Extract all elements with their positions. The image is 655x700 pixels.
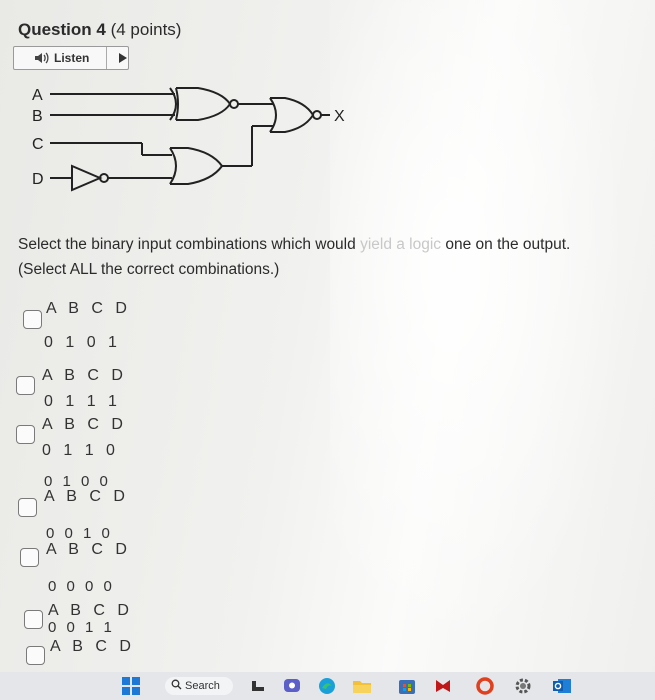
listen-label: Listen	[54, 51, 90, 65]
play-icon[interactable]	[118, 52, 128, 67]
office-icon[interactable]	[476, 677, 494, 700]
option-value: 0 0 1 1	[48, 619, 115, 636]
question-prompt: Select the binary input combinations whi…	[18, 232, 570, 282]
option-checkbox-0010[interactable]	[20, 548, 39, 567]
option-checkbox-0000[interactable]	[24, 610, 43, 629]
file-explorer-icon[interactable]	[352, 677, 372, 700]
input-a-label: A	[32, 87, 43, 104]
logic-circuit-diagram: A B C D X	[32, 87, 345, 192]
input-c-label: C	[32, 136, 44, 153]
option-value: 0 1 1 1	[44, 393, 121, 410]
windows-start-icon[interactable]	[122, 677, 140, 700]
option-header: A B C D	[48, 602, 133, 619]
task-view-icon[interactable]	[250, 677, 266, 700]
option-checkbox-0111[interactable]	[16, 376, 35, 395]
screen-glare	[330, 0, 630, 660]
option-header: A B C D	[50, 638, 135, 655]
option-value: 0 0 1 0	[46, 525, 113, 542]
listen-button[interactable]: Listen	[13, 46, 129, 70]
question-number: Question 4	[18, 20, 106, 39]
settings-gear-icon[interactable]	[514, 677, 532, 700]
option-checkbox-0011[interactable]	[26, 646, 45, 665]
option-value: 0 1 1 0	[42, 442, 119, 459]
store-icon[interactable]	[398, 677, 416, 700]
prompt-text-a: Select the binary input combinations whi…	[18, 236, 361, 253]
input-d-label: D	[32, 171, 44, 188]
output-x-label: X	[334, 108, 345, 125]
option-header: A B C D	[42, 416, 127, 433]
option-checkbox-0110[interactable]	[16, 425, 35, 444]
taskbar-search[interactable]: Search	[165, 677, 233, 695]
prompt-text-b: yield a logic	[360, 236, 442, 253]
option-header: A B C D	[46, 541, 131, 558]
option-checkbox-0100[interactable]	[18, 498, 37, 517]
search-label: Search	[185, 680, 220, 692]
prompt-instruction: (Select ALL the correct combinations.)	[18, 261, 280, 278]
question-title: Question 4 (4 points)	[18, 20, 181, 40]
option-value: 0 1 0 1	[44, 334, 121, 351]
speaker-icon	[34, 52, 50, 64]
listen-divider	[106, 47, 107, 69]
option-header: A B C D	[46, 300, 131, 317]
option-checkbox-0101[interactable]	[23, 310, 42, 329]
prompt-text-c: one on the output.	[441, 236, 571, 253]
search-icon	[171, 679, 182, 693]
option-header: A B C D	[44, 488, 129, 505]
input-b-label: B	[32, 108, 43, 125]
mcafee-icon[interactable]	[434, 677, 452, 700]
taskbar: Search	[0, 672, 655, 700]
question-points: (4 points)	[110, 20, 182, 39]
outlook-icon[interactable]	[552, 677, 572, 700]
edge-browser-icon[interactable]	[318, 677, 336, 700]
option-header: A B C D	[42, 367, 127, 384]
teams-chat-icon[interactable]	[283, 677, 301, 700]
option-value: 0 0 0 0	[48, 578, 115, 595]
